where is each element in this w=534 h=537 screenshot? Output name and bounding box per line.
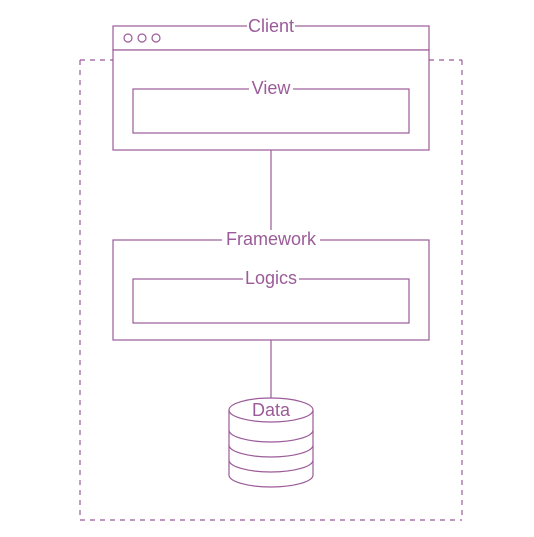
framework-label: Framework bbox=[226, 229, 317, 249]
architecture-diagram: Client View Framework Logics bbox=[0, 0, 534, 537]
client-label: Client bbox=[248, 16, 294, 36]
data-label: Data bbox=[252, 400, 291, 420]
data-cylinder: Data bbox=[229, 398, 313, 487]
framework-box: Framework Logics bbox=[113, 229, 429, 340]
view-label: View bbox=[252, 78, 292, 98]
client-box: Client View bbox=[113, 16, 429, 150]
logics-label: Logics bbox=[245, 268, 297, 288]
